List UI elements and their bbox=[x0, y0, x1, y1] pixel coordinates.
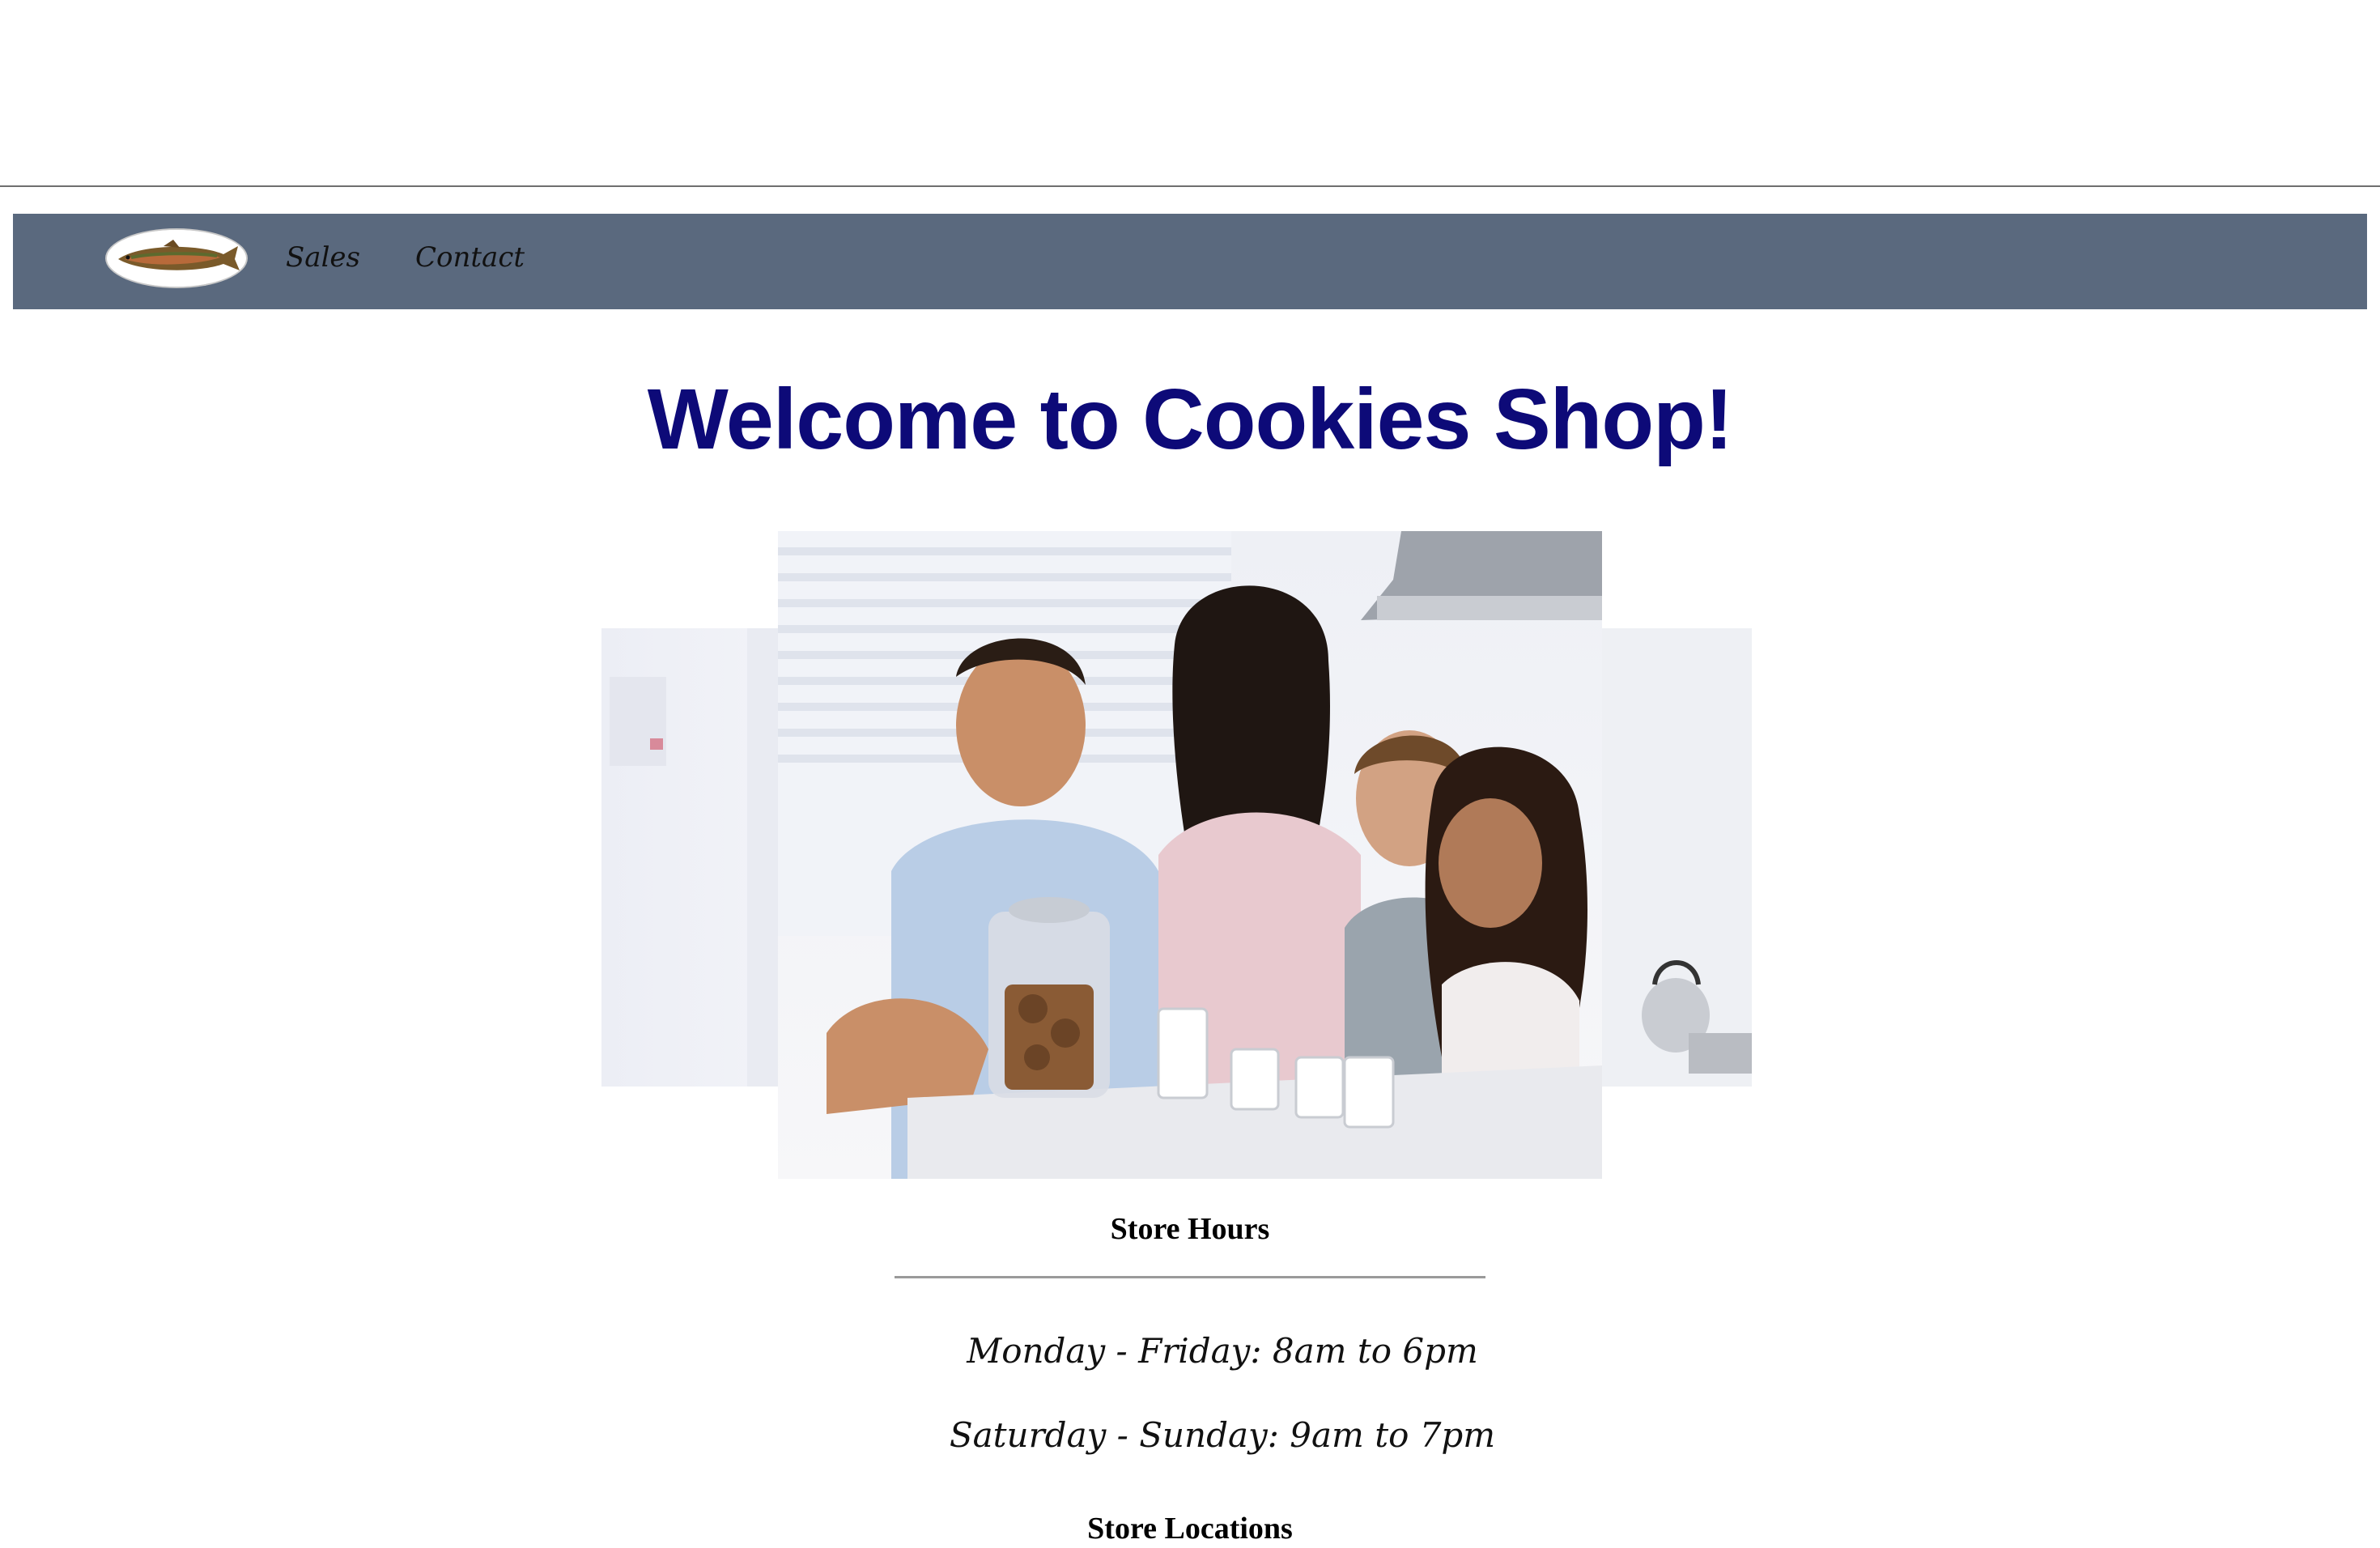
hero-image-left-edge bbox=[601, 628, 780, 1087]
weekday-hours: Monday - Friday: 8am to 6pm bbox=[967, 1331, 1478, 1371]
fridge-icon bbox=[610, 628, 780, 1087]
nav-contact-link[interactable]: Contact bbox=[415, 241, 525, 274]
store-hours-divider bbox=[895, 1276, 1485, 1278]
family-with-cookie-jar-photo bbox=[778, 531, 1602, 1179]
hero-photo bbox=[778, 531, 1602, 1179]
logo-link[interactable] bbox=[105, 228, 248, 288]
navbar: Sales Contact bbox=[13, 214, 2367, 309]
weekend-hours: Saturday - Sunday: 9am to 7pm bbox=[949, 1415, 1496, 1455]
trout-fish-logo-icon bbox=[107, 230, 246, 287]
hero-image-right-edge bbox=[1601, 628, 1752, 1087]
store-locations-heading: Store Locations bbox=[1087, 1512, 1293, 1546]
store-hours-heading: Store Hours bbox=[1110, 1212, 1270, 1246]
top-divider bbox=[0, 185, 2380, 187]
kettle-icon bbox=[1601, 628, 1752, 1087]
page-title: Welcome to Cookies Shop! bbox=[647, 372, 1733, 467]
nav-sales-link[interactable]: Sales bbox=[286, 241, 360, 274]
